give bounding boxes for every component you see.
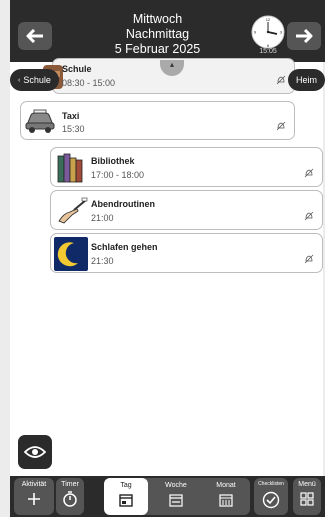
activity-name: Schlafen gehen <box>91 242 158 252</box>
tab-day[interactable]: Tag <box>104 478 148 515</box>
menu-label: Menü <box>298 481 316 488</box>
tab-week-label: Woche <box>165 482 187 489</box>
svg-text:12: 12 <box>266 17 271 22</box>
page-title: Mittwoch Nachmittag 5 Februar 2025 <box>70 12 245 57</box>
grid-menu-icon <box>300 492 314 506</box>
clock-digital-time: 15:05 <box>259 48 277 55</box>
activity-time: 17:00 - 18:00 <box>91 170 145 180</box>
chevron-up-icon: ▴ <box>169 60 174 69</box>
taxi-icon <box>25 109 55 133</box>
weekday-label: Mittwoch <box>132 12 183 26</box>
add-activity-button[interactable]: Aktivität <box>14 478 54 515</box>
tab-month-label: Monat <box>216 482 236 489</box>
activity-card-abendroutinen[interactable]: Abendroutinen 21:00 <box>50 190 323 230</box>
analog-clock-icon: 12 3 6 9 <box>251 15 285 49</box>
activity-card-taxi[interactable]: Taxi 15:30 <box>20 101 295 140</box>
daypart-label: Nachmittag <box>125 27 190 41</box>
check-circle-icon <box>262 491 280 509</box>
bell-muted-icon <box>304 211 314 221</box>
timer-button[interactable]: Timer <box>56 478 84 515</box>
previous-day-button[interactable] <box>18 22 52 50</box>
activity-time: 21:30 <box>91 256 114 266</box>
visibility-toggle-button[interactable] <box>18 435 52 469</box>
checklist-label: Checklisten <box>258 481 284 487</box>
timer-label: Timer <box>61 481 79 488</box>
eye-icon <box>24 446 46 458</box>
calendar-month-icon <box>219 494 233 507</box>
tab-week[interactable]: Woche <box>154 478 198 515</box>
plus-icon <box>28 493 40 505</box>
activity-time: 08:30 - 15:00 <box>62 78 116 88</box>
bell-muted-icon <box>276 121 286 131</box>
moon-icon <box>54 237 88 271</box>
bell-muted-icon <box>304 168 314 178</box>
previous-location-pill[interactable]: ‹ Schule <box>10 69 59 91</box>
activity-card-bibliothek[interactable]: Bibliothek 17:00 - 18:00 <box>50 147 323 187</box>
checklist-button[interactable]: Checklisten <box>254 478 288 515</box>
books-icon <box>57 153 83 183</box>
activity-name: Abendroutinen <box>91 199 155 209</box>
arrow-right-icon <box>296 29 313 43</box>
view-switcher: Tag Woche Monat <box>104 478 250 515</box>
activity-time: 15:30 <box>62 124 85 134</box>
arrow-left-icon <box>26 29 43 43</box>
bottom-toolbar: Aktivität Timer Tag Woche Monat Checklis… <box>10 476 325 517</box>
bell-muted-icon <box>276 75 286 85</box>
hand-toothbrush-icon <box>58 197 88 224</box>
previous-location-label: Schule <box>23 75 51 85</box>
bell-muted-icon <box>304 254 314 264</box>
date-label: 5 Februar 2025 <box>114 42 201 56</box>
calendar-week-icon <box>169 494 183 507</box>
activity-name: Schule <box>62 64 92 74</box>
left-edge <box>0 0 10 517</box>
calendar-day-icon <box>119 494 133 507</box>
activity-name: Bibliothek <box>91 156 135 166</box>
activity-name: Taxi <box>62 111 80 121</box>
chevron-left-icon: ‹ <box>18 76 21 84</box>
next-location-label: Heim <box>296 75 318 85</box>
header-bar: Mittwoch Nachmittag 5 Februar 2025 12 3 … <box>10 0 325 62</box>
tab-day-label: Tag <box>120 482 132 489</box>
activity-card-schlafen-gehen[interactable]: Schlafen gehen 21:30 <box>50 233 323 273</box>
next-day-button[interactable] <box>287 22 321 50</box>
add-activity-label: Aktivität <box>21 481 47 488</box>
tab-month[interactable]: Monat <box>204 478 248 515</box>
next-location-pill[interactable]: Heim <box>288 69 325 91</box>
stopwatch-icon <box>63 491 77 507</box>
menu-button[interactable]: Menü <box>293 478 321 515</box>
activity-time: 21:00 <box>91 213 114 223</box>
